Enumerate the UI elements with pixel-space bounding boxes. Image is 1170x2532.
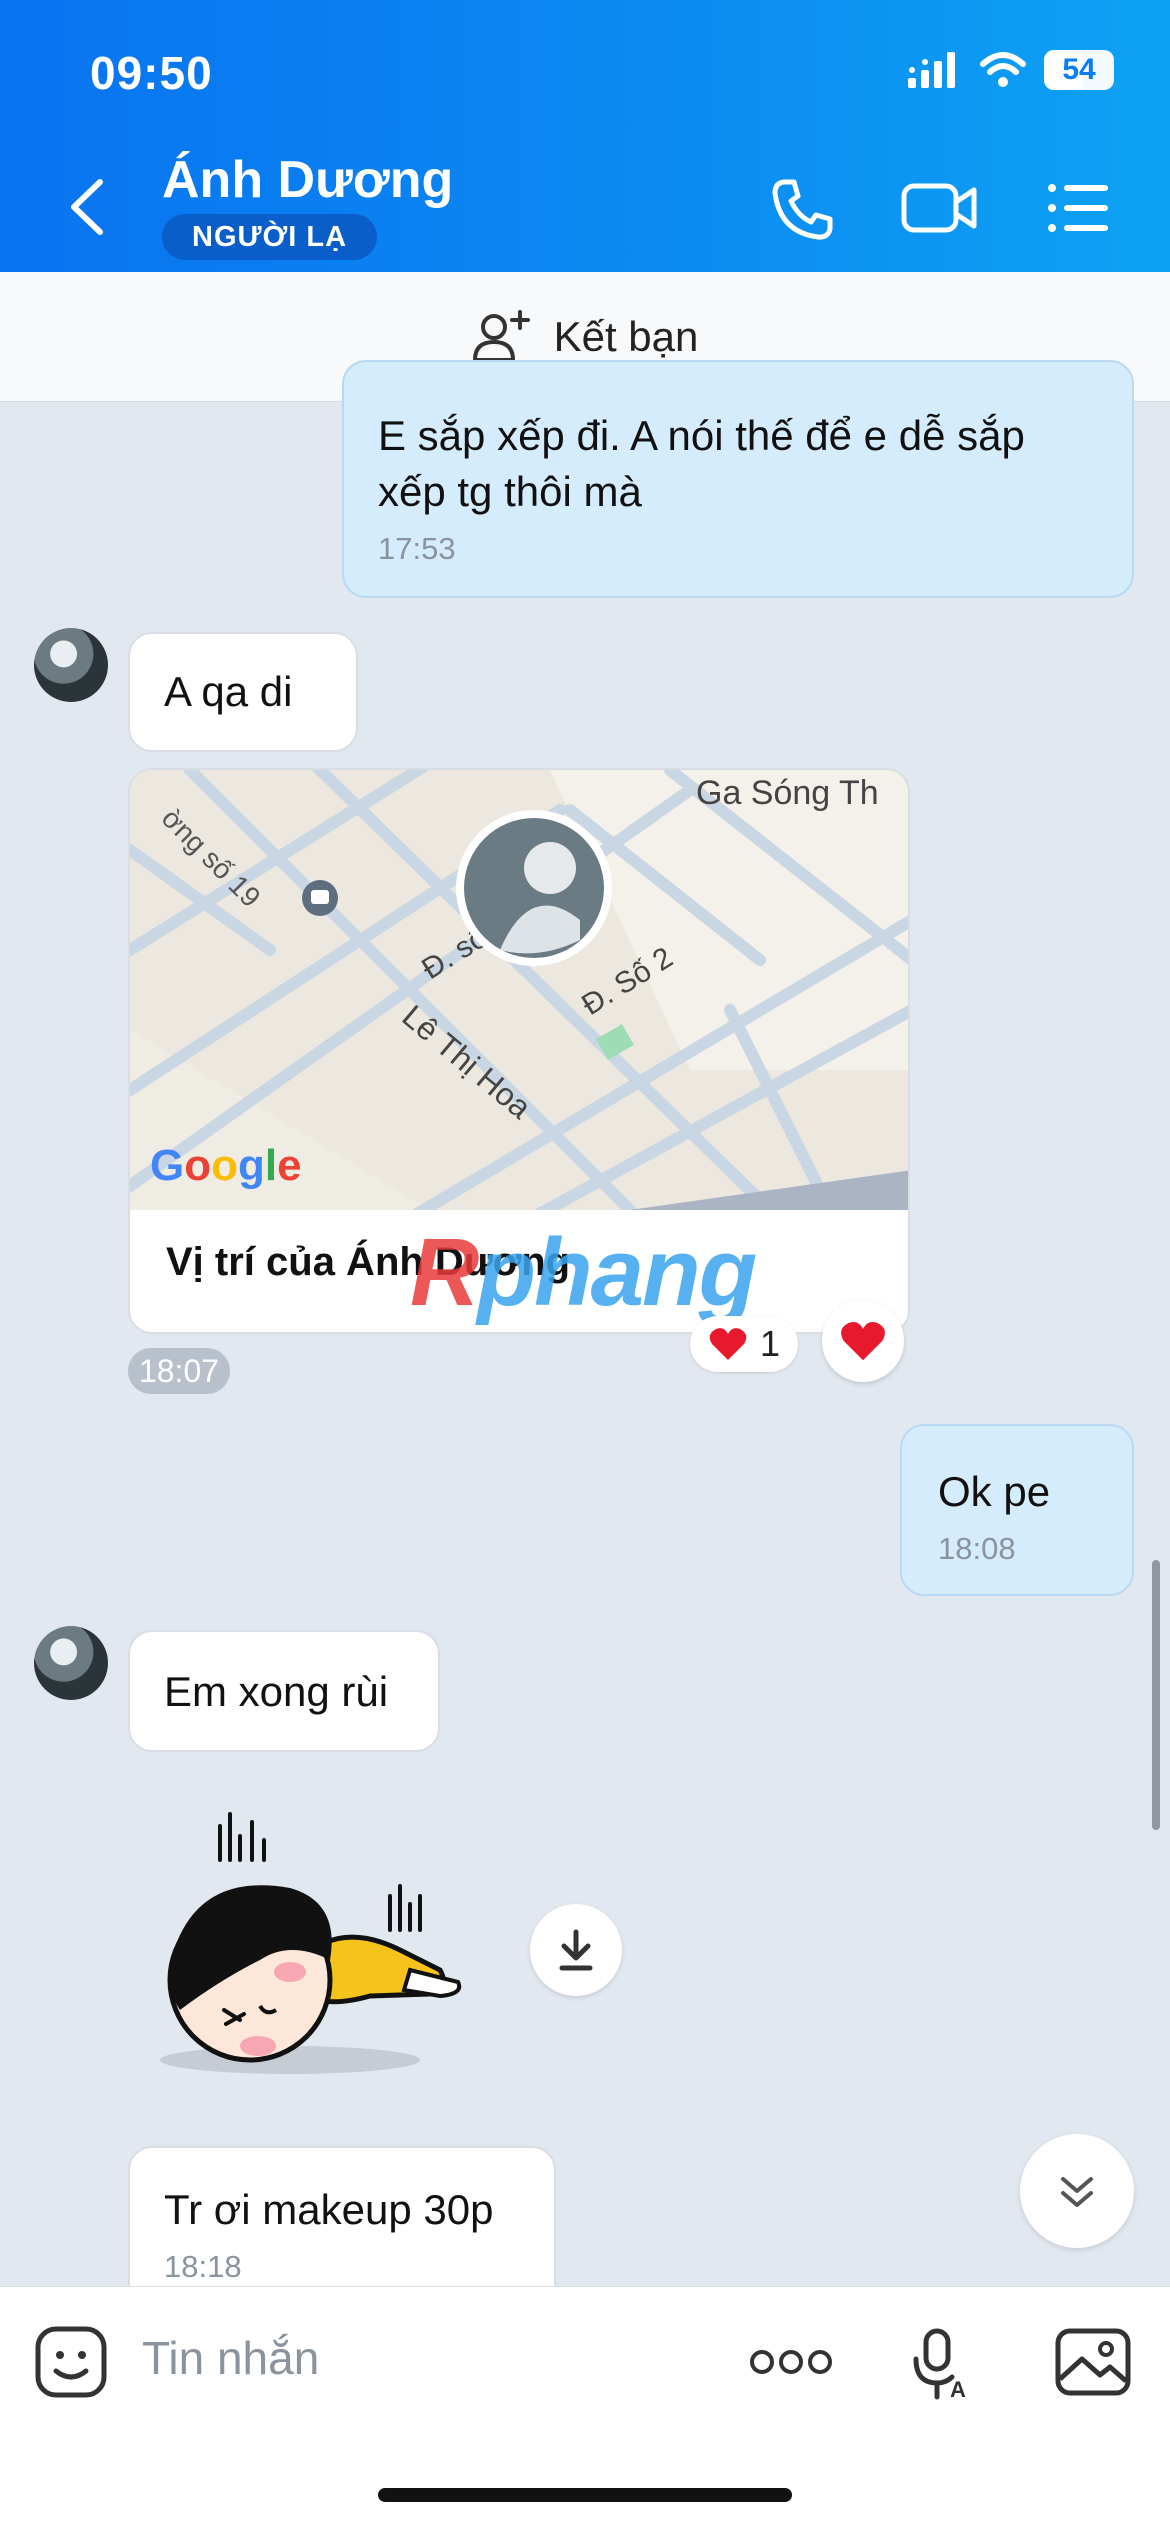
watermark: Rphang xyxy=(410,1219,757,1326)
stranger-badge: NGƯỜI LẠ xyxy=(162,214,378,260)
chat-scrollbar[interactable] xyxy=(1152,1560,1160,1830)
message-time-pill: 18:07 xyxy=(128,1348,230,1394)
map-label-station: Ga Sóng Th xyxy=(696,774,879,812)
react-heart-button[interactable] xyxy=(822,1300,904,1382)
voice-to-text-icon[interactable]: A xyxy=(910,2327,970,2401)
reaction-summary[interactable]: 1 xyxy=(690,1316,799,1372)
status-time: 09:50 xyxy=(90,47,213,99)
chat-header: 09:50 54 Ánh Dương NGƯỜI LẠ xyxy=(0,0,1170,272)
add-friend-label: Kết bạn xyxy=(553,312,699,360)
message-bubble-incoming[interactable]: Em xong rùi xyxy=(128,1630,440,1752)
message-time: 18:08 xyxy=(938,1531,1016,1566)
message-text: Em xong rùi xyxy=(164,1668,389,1715)
sleeping-sticker[interactable] xyxy=(140,1810,490,2090)
message-bubble-outgoing[interactable]: E sắp xếp đi. A nói thế để e dễ sắp xếp … xyxy=(342,360,1134,598)
message-bubble-incoming[interactable]: A qa di xyxy=(128,632,358,752)
contact-avatar[interactable] xyxy=(34,628,108,702)
message-text: Ok pe xyxy=(938,1468,1051,1515)
heart-icon xyxy=(841,1322,885,1361)
svg-text:A: A xyxy=(950,2377,966,2401)
more-options-icon[interactable] xyxy=(748,2347,834,2377)
message-input[interactable]: Tin nhắn xyxy=(142,2331,319,2385)
menu-list-icon[interactable] xyxy=(1046,180,1112,236)
message-text: E sắp xếp đi. A nói thế để e dễ sắp xếp … xyxy=(378,412,1025,515)
wifi-icon xyxy=(980,52,1026,87)
message-bubble-outgoing[interactable]: Ok pe 18:08 xyxy=(900,1424,1134,1596)
message-time: 17:53 xyxy=(378,531,456,566)
message-text: A qa di xyxy=(164,668,293,715)
map-preview[interactable]: ờng số 19 Ga Sóng Th Đ. số 4 Đ. Số 2 Lê … xyxy=(130,770,910,1210)
battery-level-text: 54 xyxy=(1062,53,1096,86)
download-icon xyxy=(559,1929,593,1971)
contact-avatar[interactable] xyxy=(34,1626,108,1700)
signal-icon xyxy=(908,52,955,88)
back-icon[interactable] xyxy=(62,172,112,242)
double-chevron-down-icon xyxy=(1061,2177,1093,2207)
download-sticker-button[interactable] xyxy=(530,1904,622,1996)
home-indicator[interactable] xyxy=(378,2488,792,2502)
reaction-count: 1 xyxy=(760,1323,781,1364)
status-icons: 54 xyxy=(908,50,1114,90)
image-gallery-icon[interactable] xyxy=(1054,2327,1132,2397)
google-logo: Google xyxy=(150,1141,302,1190)
message-text: Tr ơi makeup 30p xyxy=(164,2186,494,2233)
phone-icon[interactable] xyxy=(770,176,836,242)
emoji-sticker-icon[interactable] xyxy=(34,2325,108,2399)
heart-icon xyxy=(709,1328,747,1360)
message-time: 18:18 xyxy=(164,2249,242,2284)
add-user-icon xyxy=(472,309,530,362)
contact-name[interactable]: Ánh Dương xyxy=(162,150,453,210)
scroll-to-bottom-button[interactable] xyxy=(1020,2134,1134,2248)
video-call-icon[interactable] xyxy=(900,180,980,236)
battery-icon: 54 xyxy=(1044,50,1114,90)
